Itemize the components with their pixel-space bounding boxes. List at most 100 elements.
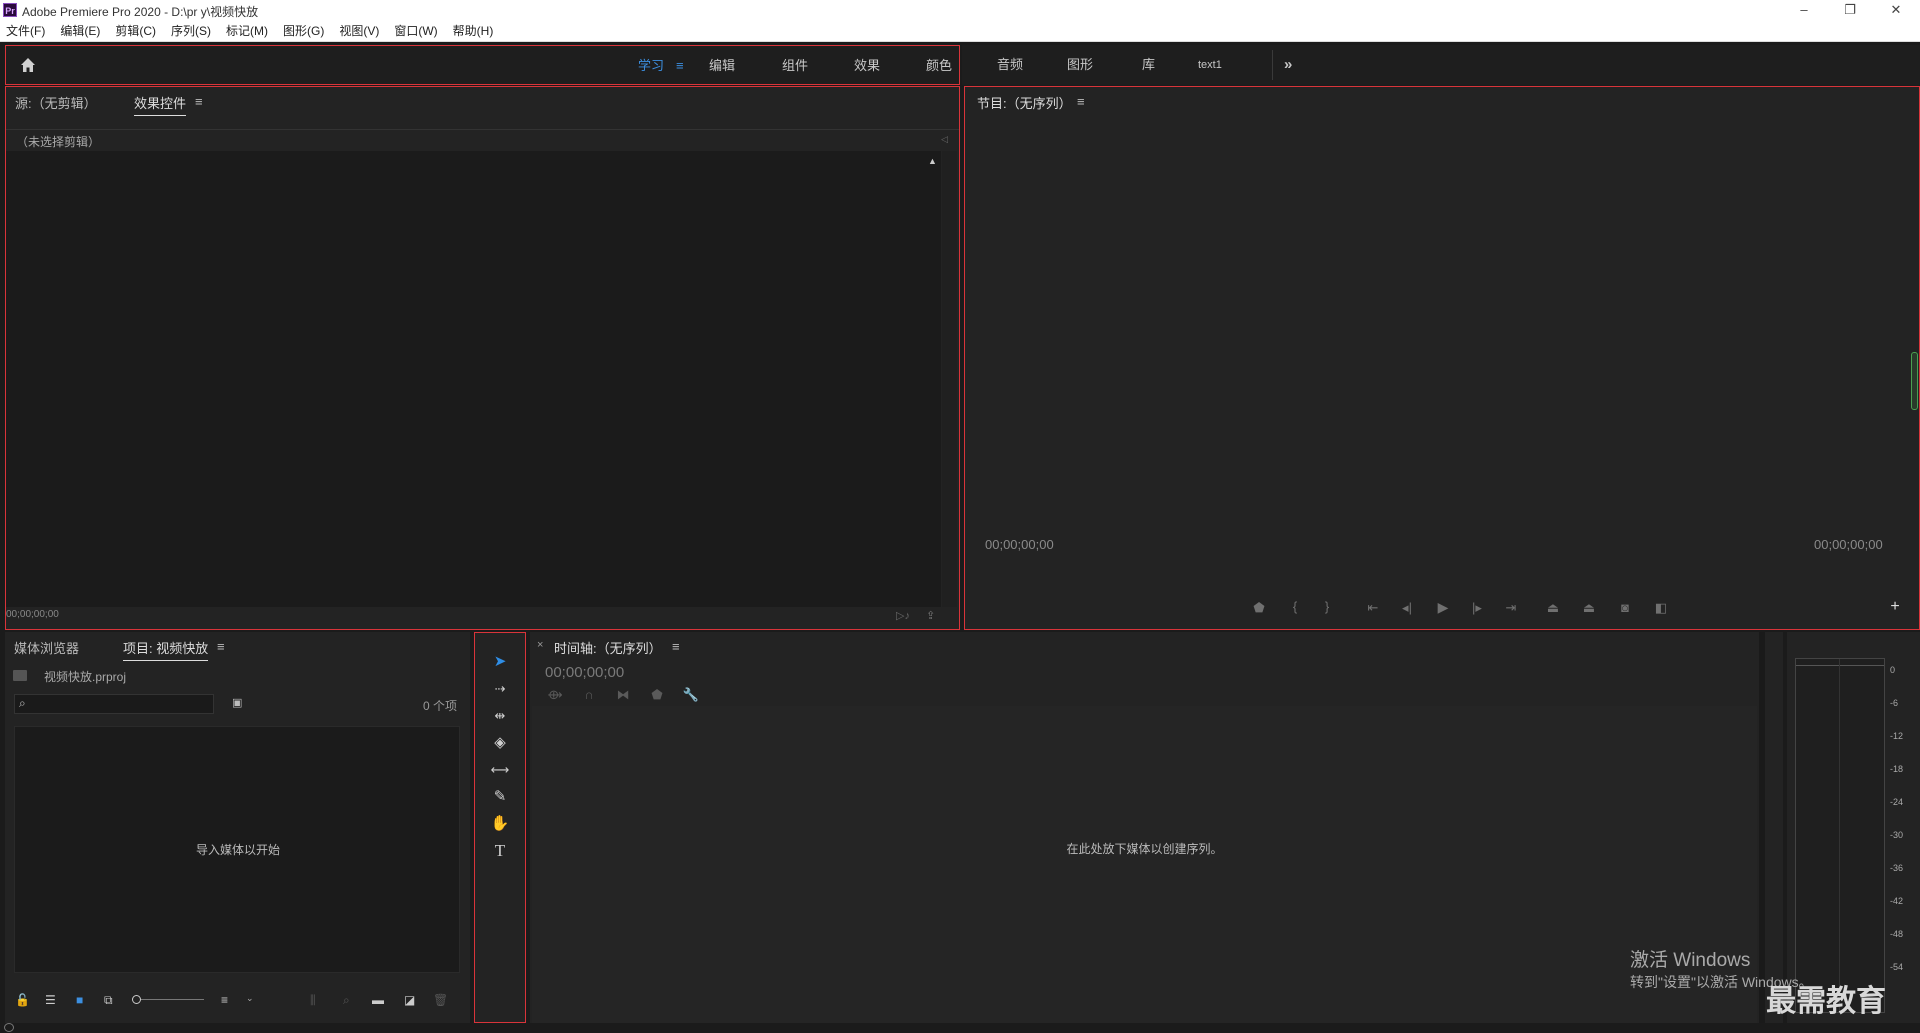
collapse-icon[interactable]: ◁ xyxy=(941,134,948,145)
source-timecode[interactable]: 00;00;00;00 xyxy=(6,609,59,620)
timeline-menu-icon[interactable]: ≡ xyxy=(672,639,680,654)
mark-out-icon[interactable]: } xyxy=(1317,599,1337,614)
timeline-close-icon[interactable]: × xyxy=(537,639,543,651)
hand-tool-icon[interactable]: ✋ xyxy=(485,812,515,836)
type-tool-icon[interactable]: T xyxy=(485,839,515,863)
automate-to-sequence-icon[interactable]: ⫼ xyxy=(310,993,316,1008)
workspace-tab-effects[interactable]: 效果 xyxy=(854,46,880,86)
find-bottom-icon[interactable]: ⌕ xyxy=(343,993,350,1008)
menu-clip[interactable]: 剪辑(C) xyxy=(115,22,156,39)
project-bin-area[interactable]: 导入媒体以开始 xyxy=(14,726,460,973)
razor-tool-icon[interactable]: ◈ xyxy=(485,731,515,755)
panel-menu-icon[interactable]: ≡ xyxy=(195,94,203,109)
new-item-icon[interactable]: ◪ xyxy=(404,993,415,1007)
go-to-in-icon[interactable]: ⇤ xyxy=(1363,600,1383,616)
program-title[interactable]: 节目:（无序列） xyxy=(977,93,1072,112)
meter-tick: -54 xyxy=(1890,962,1904,972)
timeline-panel: × 时间轴:（无序列） ≡ 00;00;00;00 ⟴ ∩ ⧓ ⬟ 🔧 在此处放… xyxy=(530,632,1783,1023)
close-window-button[interactable]: ✕ xyxy=(1873,0,1919,20)
pen-tool-icon[interactable]: ✎ xyxy=(485,785,515,809)
home-icon[interactable] xyxy=(18,55,38,75)
zoom-slider[interactable] xyxy=(132,995,204,1004)
minimize-button[interactable]: – xyxy=(1781,0,1827,20)
workspace-tab-learn[interactable]: 学习 xyxy=(638,46,664,86)
workspace-tab-color[interactable]: 颜色 xyxy=(926,46,952,86)
linked-selection-icon[interactable]: ⧓ xyxy=(613,687,633,703)
tab-project[interactable]: 项目: 视频快放 xyxy=(123,638,209,661)
add-marker-icon[interactable]: ⬟ xyxy=(647,687,667,703)
workspace-tab-edit[interactable]: 编辑 xyxy=(709,46,735,86)
source-panel: 源:（无剪辑） 效果控件 ≡ （未选择剪辑） ◁ ▲ 00;00;00;00 ▷… xyxy=(5,86,960,630)
list-view-icon[interactable]: ☰ xyxy=(45,993,56,1007)
step-back-icon[interactable]: ◂| xyxy=(1397,600,1417,616)
tab-source[interactable]: 源:（无剪辑） xyxy=(15,93,97,112)
search-input[interactable]: ⌕ xyxy=(14,694,214,714)
timeline-title[interactable]: 时间轴:（无序列） xyxy=(554,638,662,657)
workspace-tab-libraries[interactable]: 库 xyxy=(1142,45,1155,85)
snap-icon[interactable]: ∩ xyxy=(579,687,599,702)
filter-audio-icon[interactable]: ▷♪ xyxy=(896,609,910,622)
workspace-tab-audio[interactable]: 音频 xyxy=(997,45,1023,85)
workspace-menu-icon[interactable]: ≡ xyxy=(676,46,684,86)
program-menu-icon[interactable]: ≡ xyxy=(1077,94,1085,109)
more-workspaces-icon[interactable]: » xyxy=(1284,45,1292,85)
scroll-up-icon[interactable]: ▲ xyxy=(928,156,937,166)
menu-graphics[interactable]: 图形(G) xyxy=(283,22,324,39)
insert-nest-icon[interactable]: ⟴ xyxy=(545,687,565,703)
restore-button[interactable]: ❐ xyxy=(1827,0,1873,20)
menu-sequence[interactable]: 序列(S) xyxy=(171,22,211,39)
sort-icon[interactable]: ≡ xyxy=(221,993,228,1007)
timeline-vscroll[interactable] xyxy=(1759,632,1765,1023)
extract-icon[interactable]: ⏏ xyxy=(1579,600,1599,616)
menu-markers[interactable]: 标记(M) xyxy=(226,22,268,39)
workspace-tab-text1[interactable]: text1 xyxy=(1198,45,1222,85)
activate-windows-title: 激活 Windows xyxy=(1630,950,1751,971)
track-select-tool-icon[interactable]: ⇢ xyxy=(485,677,515,701)
ripple-edit-tool-icon[interactable]: ⇹ xyxy=(485,704,515,728)
button-editor-plus-icon[interactable]: + xyxy=(1885,598,1905,616)
scrollbar[interactable] xyxy=(942,151,957,607)
tab-media-browser[interactable]: 媒体浏览器 xyxy=(14,638,79,657)
icon-view-icon[interactable]: ■ xyxy=(76,993,83,1007)
workspace-tab-graphics[interactable]: 图形 xyxy=(1067,45,1093,85)
play-icon[interactable]: ▶ xyxy=(1433,599,1453,616)
wrench-icon[interactable]: 🔧 xyxy=(681,687,701,703)
menu-edit[interactable]: 编辑(E) xyxy=(60,22,100,39)
meter-tick: -48 xyxy=(1890,929,1904,939)
menu-window[interactable]: 窗口(W) xyxy=(394,22,437,39)
timeline-timecode[interactable]: 00;00;00;00 xyxy=(545,664,624,681)
search-icon: ⌕ xyxy=(19,696,26,710)
audio-meter xyxy=(1795,658,1885,1013)
meter-tick: -18 xyxy=(1890,764,1904,774)
meter-tick: -12 xyxy=(1890,731,1904,741)
menu-help[interactable]: 帮助(H) xyxy=(453,22,494,39)
add-marker-icon[interactable]: ⬟ xyxy=(1249,600,1269,616)
zoom-slider-handle[interactable] xyxy=(132,995,141,1004)
meter-tick: -42 xyxy=(1890,896,1904,906)
comparison-view-icon[interactable]: ◧ xyxy=(1651,600,1671,616)
freeform-view-icon[interactable]: ⧉ xyxy=(104,993,113,1008)
tab-effect-controls[interactable]: 效果控件 xyxy=(134,93,187,116)
audio-level-indicator xyxy=(1911,352,1918,410)
mark-in-icon[interactable]: { xyxy=(1285,599,1305,614)
find-icon[interactable]: ▣ xyxy=(232,696,242,709)
lift-icon[interactable]: ⏏ xyxy=(1543,600,1563,616)
new-bin-icon[interactable]: ▬ xyxy=(372,993,384,1007)
no-clip-selected-label: （未选择剪辑） xyxy=(16,135,101,149)
lock-icon[interactable]: 🔓 xyxy=(15,993,30,1007)
sort-dropdown-icon[interactable]: ⌄ xyxy=(246,993,254,1004)
menu-file[interactable]: 文件(F) xyxy=(6,22,45,39)
project-menu-icon[interactable]: ≡ xyxy=(217,639,225,654)
step-forward-icon[interactable]: |▸ xyxy=(1467,600,1487,616)
workspace-tab-assembly[interactable]: 组件 xyxy=(782,46,808,86)
timeline-drop-area[interactable]: 在此处放下媒体以创建序列。 xyxy=(532,706,1757,1023)
export-frame-icon[interactable]: ⇪ xyxy=(926,609,935,622)
go-to-out-icon[interactable]: ⇥ xyxy=(1501,600,1521,616)
selection-tool-icon[interactable]: ➤ xyxy=(485,650,515,674)
slip-tool-icon[interactable]: ⟷ xyxy=(485,758,515,782)
program-playhead-timecode[interactable]: 00;00;00;00 xyxy=(985,537,1054,552)
status-icon xyxy=(4,1023,14,1032)
menu-view[interactable]: 视图(V) xyxy=(339,22,379,39)
clear-icon[interactable]: 🗑 xyxy=(433,993,448,1007)
export-frame-icon[interactable]: ◙ xyxy=(1615,600,1635,615)
